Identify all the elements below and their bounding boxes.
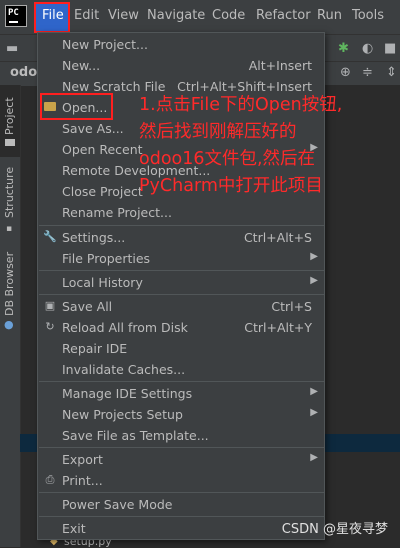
expand-icon[interactable]: ⇕ (386, 65, 397, 80)
menu-item-label: Exit (62, 521, 86, 536)
menu-item-label: New Project... (62, 37, 148, 52)
menu-item-reload-all-from-disk[interactable]: ↻ Reload All from Disk Ctrl+Alt+Y (38, 317, 324, 337)
globe-icon[interactable]: ⊕ (340, 65, 351, 80)
menu-item-shortcut: Ctrl+Alt+Y (244, 320, 312, 335)
menu-item-label: Repair IDE (62, 341, 128, 356)
menu-edit[interactable]: Edit (74, 8, 99, 23)
menu-item-local-history[interactable]: Local History ▶ (38, 272, 324, 292)
submenu-arrow-icon: ▶ (310, 275, 318, 286)
watermark: CSDN @星夜寻梦 (281, 522, 388, 537)
menu-item-new[interactable]: New... Alt+Insert (38, 55, 324, 75)
menu-item-power-save-mode[interactable]: Power Save Mode (38, 494, 324, 514)
menu-refactor[interactable]: Refactor (256, 8, 311, 23)
submenu-arrow-icon: ▶ (310, 386, 318, 397)
db-browser-icon: ● (4, 318, 14, 331)
menu-tools[interactable]: Tools (352, 8, 384, 23)
sidebar-tab-project[interactable]: Project (3, 97, 16, 135)
menu-item-label: New Projects Setup (62, 407, 183, 422)
menu-item-label: Save All (62, 299, 113, 314)
menu-item-label: Save File as Template... (62, 428, 209, 443)
menu-item-label: File Properties (62, 251, 151, 266)
menu-item-label: Close Project (62, 184, 143, 199)
menu-item-invalidate-caches[interactable]: Invalidate Caches... (38, 359, 324, 379)
menu-item-label: Settings... (62, 230, 126, 245)
reload-icon: ↻ (45, 320, 55, 333)
submenu-arrow-icon: ▶ (310, 251, 318, 262)
debug-icon[interactable]: ✱ (338, 41, 349, 56)
collapse-icon[interactable]: ≑ (362, 65, 373, 80)
project-folder-icon (5, 139, 15, 146)
menu-item-label: Save As... (62, 121, 124, 136)
menu-item-new-project[interactable]: New Project... (38, 34, 324, 54)
menu-separator (39, 225, 324, 226)
annotation-line: 1.点击File下的Open按钮, (139, 95, 343, 115)
menu-item-label: Power Save Mode (62, 497, 173, 512)
menu-item-shortcut: Ctrl+S (271, 299, 312, 314)
menu-item-label: Local History (62, 275, 143, 290)
menu-item-label: Reload All from Disk (62, 320, 188, 335)
menu-item-label: Export (62, 452, 103, 467)
menu-item-shortcut: Ctrl+Alt+S (243, 230, 312, 245)
menu-file[interactable]: File (42, 8, 64, 23)
submenu-arrow-icon: ▶ (310, 407, 318, 418)
menu-separator (39, 381, 324, 382)
open-item-highlight-box (40, 93, 113, 120)
structure-icon: ▪ (6, 224, 13, 234)
menu-separator (39, 447, 324, 448)
menu-separator (39, 516, 324, 517)
menu-item-file-properties[interactable]: File Properties ▶ (38, 248, 324, 268)
menu-separator (39, 270, 324, 271)
annotation-line: odoo16文件包,然后在 (139, 149, 316, 169)
menu-item-label: Manage IDE Settings (62, 386, 193, 401)
menu-run[interactable]: Run (317, 8, 342, 23)
menu-item-label: Rename Project... (62, 205, 172, 220)
wrench-icon: 🔧 (43, 230, 57, 243)
menu-item-print[interactable]: ⎙ Print... (38, 470, 324, 490)
annotation-line: 然后找到刚解压好的 (139, 122, 297, 142)
menu-item-settings[interactable]: 🔧 Settings... Ctrl+Alt+S (38, 227, 324, 247)
pycharm-logo: PC (5, 5, 27, 27)
sidebar-tab-structure[interactable]: Structure (3, 167, 16, 218)
menu-item-rename-project[interactable]: Rename Project... (38, 202, 324, 222)
menu-separator (39, 294, 324, 295)
menu-item-label: New... (62, 58, 101, 73)
stop-icon[interactable]: ■ (384, 41, 396, 56)
submenu-arrow-icon: ▶ (310, 452, 318, 463)
menu-item-new-projects-setup[interactable]: New Projects Setup ▶ (38, 404, 324, 424)
annotation-line: PyCharm中打开此项目 (139, 176, 323, 196)
menu-item-shortcut: Alt+Insert (248, 58, 312, 73)
folder-icon[interactable]: ▬ (6, 41, 18, 56)
coverage-icon[interactable]: ◐ (362, 41, 373, 56)
menu-item-label: Print... (62, 473, 103, 488)
menu-item-label: Open Recent (62, 142, 143, 157)
menu-separator (39, 492, 324, 493)
menu-item-export[interactable]: Export ▶ (38, 449, 324, 469)
instruction-annotation: 1.点击File下的Open按钮, 然后找到刚解压好的 odoo16文件包,然后… (139, 92, 400, 200)
sidebar-tab-db-browser[interactable]: DB Browser (3, 252, 16, 316)
menu-item-save-all[interactable]: ▣ Save All Ctrl+S (38, 296, 324, 316)
menu-item-repair-ide[interactable]: Repair IDE (38, 338, 324, 358)
menu-view[interactable]: View (108, 8, 139, 23)
save-icon: ▣ (44, 299, 56, 312)
menu-navigate[interactable]: Navigate (147, 8, 205, 23)
menu-item-label: Invalidate Caches... (62, 362, 186, 377)
menu-code[interactable]: Code (212, 8, 245, 23)
menu-item-save-file-as-template[interactable]: Save File as Template... (38, 425, 324, 445)
app-logo-text: PC (8, 8, 19, 18)
menu-bar: PC File Edit View Navigate Code Refactor… (0, 0, 400, 34)
print-icon: ⎙ (45, 473, 55, 486)
menu-item-manage-ide-settings[interactable]: Manage IDE Settings ▶ (38, 383, 324, 403)
